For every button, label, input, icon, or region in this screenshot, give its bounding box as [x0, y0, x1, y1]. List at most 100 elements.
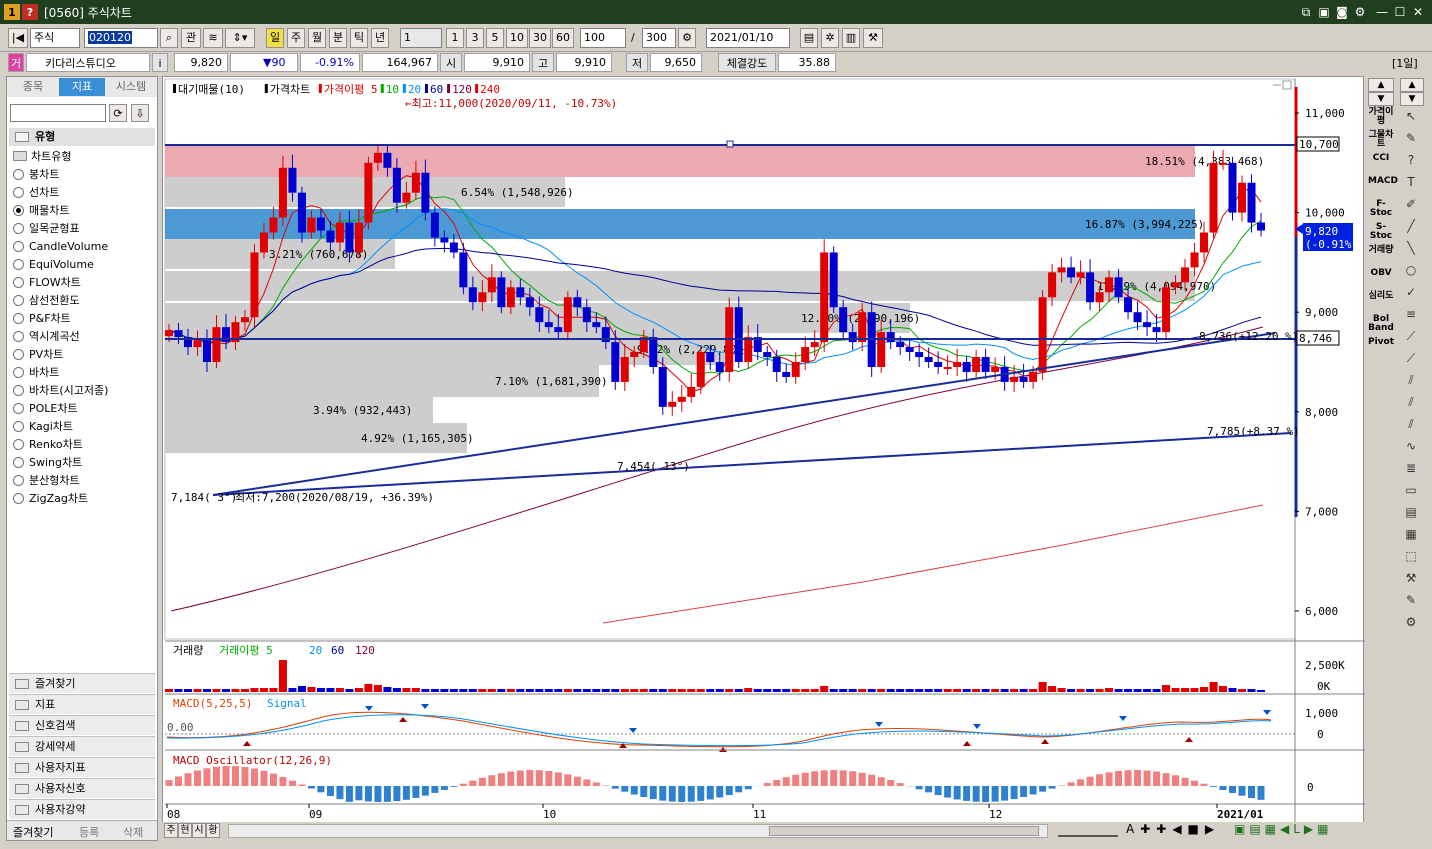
sidebar-folder[interactable]: 사용자신호	[9, 778, 155, 798]
stack-icon[interactable]: ≋	[203, 28, 223, 48]
chart-type-item[interactable]: 매물차트	[13, 202, 69, 219]
chart-type-item[interactable]: 선차트	[13, 184, 59, 201]
chart-type-item[interactable]: P&F차트	[13, 310, 71, 327]
chart-type-item[interactable]: Renko차트	[13, 436, 83, 453]
horizontal-scrollbar[interactable]	[228, 824, 1048, 838]
maximize-icon[interactable]: ☐	[1392, 4, 1408, 20]
radio-icon[interactable]	[13, 223, 24, 234]
radio-icon[interactable]	[13, 187, 24, 198]
indicator-shortcut[interactable]: CCI	[1368, 154, 1394, 163]
scroll-thumb[interactable]	[769, 826, 1039, 836]
radio-icon[interactable]	[13, 457, 24, 468]
bottom-tab-1[interactable]: 현	[178, 823, 192, 838]
indicator-shortcut[interactable]: 거래량	[1368, 246, 1394, 255]
indicator-shortcut[interactable]: 그물차트	[1368, 131, 1394, 149]
stock-name[interactable]: 키다리스튜디오	[26, 53, 150, 72]
radio-icon[interactable]	[13, 439, 24, 450]
settings-icon[interactable]: ⚙	[678, 28, 696, 48]
close-icon[interactable]: ✕	[1410, 4, 1426, 20]
quick-5[interactable]: 5	[486, 28, 504, 48]
chart-type-item[interactable]: 분산형차트	[13, 472, 80, 489]
chart-type-item[interactable]: POLE차트	[13, 400, 78, 417]
drawing-tool-icon[interactable]: ⫽	[1400, 416, 1422, 432]
drawing-tool-icon[interactable]: ⚙	[1400, 614, 1422, 630]
tab-indicator[interactable]: 지표	[59, 78, 105, 96]
info-button[interactable]: i	[152, 53, 168, 72]
radio-icon[interactable]	[13, 421, 24, 432]
chart-type-item[interactable]: FLOW차트	[13, 274, 81, 291]
tab-stock[interactable]: 종목	[9, 78, 57, 96]
interval-select[interactable]: 1	[400, 28, 442, 48]
radio-icon[interactable]	[13, 277, 24, 288]
chart-type-item[interactable]: CandleVolume	[13, 238, 108, 255]
date-input[interactable]: 2021/01/10	[706, 28, 790, 48]
period-tick[interactable]: 틱	[350, 28, 368, 48]
drawing-tool-icon[interactable]: ∿	[1400, 438, 1422, 454]
quick-10[interactable]: 10	[506, 28, 528, 48]
scroll-down-icon[interactable]: ▼	[1368, 92, 1394, 106]
sidebar-folder[interactable]: 사용자지표	[9, 757, 155, 777]
count-input[interactable]: 100	[580, 28, 626, 48]
drawing-tool-icon[interactable]: ▭	[1400, 482, 1422, 498]
zoom-slider[interactable]	[1058, 823, 1118, 837]
drawing-tool-icon[interactable]: ↖	[1400, 108, 1422, 124]
radio-icon[interactable]	[13, 205, 24, 216]
drawing-tool-icon[interactable]: ⚒	[1400, 570, 1422, 586]
bottom-tab-2[interactable]: 시	[192, 823, 206, 838]
indicator-search-input[interactable]	[10, 104, 106, 122]
chart-type-item[interactable]: PV차트	[13, 346, 63, 363]
sidebar-folder[interactable]: 강세약세	[9, 736, 155, 756]
line-handle[interactable]	[726, 140, 734, 148]
drawing-tool-icon[interactable]: ≡	[1400, 306, 1422, 322]
chart-type-item[interactable]: 삼선전환도	[13, 292, 80, 309]
radio-icon[interactable]	[13, 241, 24, 252]
radio-icon[interactable]	[13, 493, 24, 504]
total-input[interactable]: 300	[642, 28, 676, 48]
chart-type-item[interactable]: 바차트	[13, 364, 59, 381]
drawing-tool-icon[interactable]: ⟋	[1400, 328, 1422, 344]
period-minute[interactable]: 분	[329, 28, 347, 48]
drawing-tool-icon[interactable]: ?	[1400, 152, 1422, 168]
scroll-down-icon-2[interactable]: ▼	[1400, 92, 1424, 106]
sidebar-folder[interactable]: 사용자강약	[9, 799, 155, 819]
radio-icon[interactable]	[13, 259, 24, 270]
drawing-tool-icon[interactable]: ✓	[1400, 284, 1422, 300]
refresh-icon[interactable]: ⟳	[109, 104, 127, 122]
download-icon[interactable]: ⇩	[131, 104, 149, 122]
chart-type-item[interactable]: Swing차트	[13, 454, 82, 471]
period-month[interactable]: 월	[308, 28, 326, 48]
radio-icon[interactable]	[13, 169, 24, 180]
gwan-button[interactable]: 관	[181, 28, 201, 48]
chart-type-item[interactable]: 봉차트	[13, 166, 59, 183]
drawing-tool-icon[interactable]: ╱	[1400, 218, 1422, 234]
indicator-shortcut[interactable]: MACD	[1368, 177, 1398, 186]
drawing-tool-icon[interactable]: ○	[1400, 262, 1422, 278]
sidebar-folder[interactable]: 지표	[9, 694, 155, 714]
chart-type-item[interactable]: 바차트(시고저종)	[13, 382, 108, 399]
radio-icon[interactable]	[13, 349, 24, 360]
stock-chart[interactable]: 18.51% (4,383,468) 16.87% (3,994,225) 6.54…	[163, 77, 1365, 823]
help-badge[interactable]: ?	[22, 4, 38, 20]
radio-icon[interactable]	[13, 385, 24, 396]
nav-controls[interactable]: A✚✚◀■▶	[1126, 822, 1220, 836]
drawing-tool-icon[interactable]: ✎	[1400, 130, 1422, 146]
radio-icon[interactable]	[13, 475, 24, 486]
print-icon[interactable]: ▤	[800, 28, 818, 48]
sidebar-folder[interactable]: 즐겨찾기	[9, 673, 155, 693]
drawing-tool-icon[interactable]: ✐	[1400, 196, 1422, 212]
first-icon[interactable]: |◀	[8, 28, 28, 48]
minimize-icon[interactable]: —	[1374, 4, 1390, 20]
quick-60[interactable]: 60	[552, 28, 574, 48]
indicator-shortcut[interactable]: Pivot	[1368, 338, 1394, 347]
quick-3[interactable]: 3	[466, 28, 484, 48]
indicator-shortcut[interactable]: 심리도	[1368, 292, 1394, 301]
bottom-register[interactable]: 등록	[79, 824, 99, 840]
save-icon[interactable]: ▣	[1316, 4, 1332, 20]
tools-icon[interactable]: ⚒	[863, 28, 883, 48]
search-icon[interactable]: ⌕	[160, 28, 178, 48]
chart-type-item[interactable]: Kagi차트	[13, 418, 73, 435]
scroll-up-icon-2[interactable]: ▲	[1400, 78, 1424, 92]
chart-area[interactable]: 18.51% (4,383,468) 16.87% (3,994,225) 6.54…	[162, 76, 1365, 826]
period-day[interactable]: 일	[266, 28, 284, 48]
drawing-tool-icon[interactable]: ⟋	[1400, 350, 1422, 366]
